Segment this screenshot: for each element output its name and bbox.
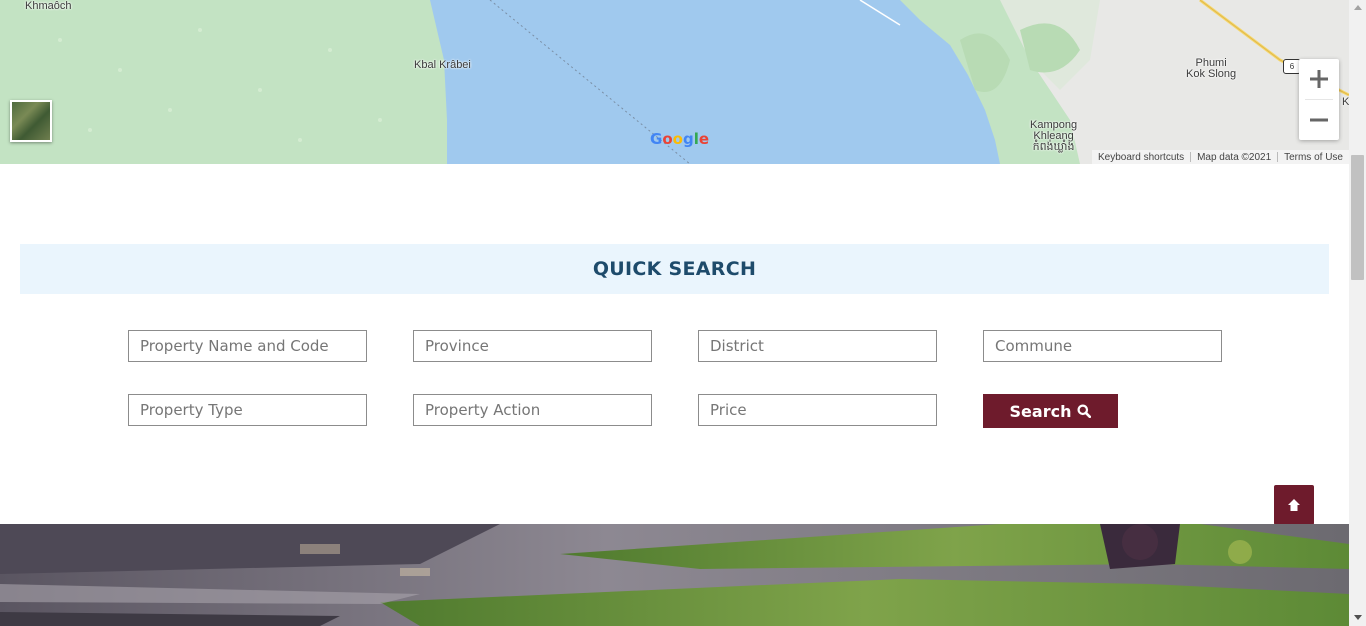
- map-attribution-bar: Keyboard shortcuts Map data ©2021 Terms …: [1092, 150, 1349, 164]
- google-logo-letter: o: [672, 130, 683, 148]
- search-button-label: Search: [1009, 401, 1072, 421]
- arrow-up-icon: [1288, 499, 1300, 511]
- google-logo-letter: G: [650, 130, 663, 148]
- property-name-input[interactable]: [128, 330, 367, 362]
- house-exterior-photo: [0, 524, 1349, 626]
- terms-of-use-link[interactable]: Terms of Use: [1278, 152, 1349, 163]
- scroll-up-arrow[interactable]: [1349, 0, 1366, 14]
- place-label-kampong-khleang: Kampong Khleang កំពង់ឃ្លាំង: [1030, 119, 1078, 153]
- scrollbar-thumb[interactable]: [1351, 155, 1364, 280]
- place-label-edge: K: [1342, 96, 1349, 108]
- google-logo-letter: o: [662, 130, 673, 148]
- map-data-text: Map data ©2021: [1197, 151, 1272, 163]
- back-to-top-button[interactable]: [1274, 485, 1314, 525]
- scroll-down-arrow[interactable]: [1349, 610, 1366, 624]
- property-action-input[interactable]: [413, 394, 652, 426]
- province-input[interactable]: [413, 330, 652, 362]
- place-label-khmaoch: Khmaôch: [25, 0, 72, 12]
- price-input[interactable]: [698, 394, 937, 426]
- quick-search-title: QUICK SEARCH: [592, 258, 757, 280]
- triangle-down-icon: [1353, 614, 1362, 620]
- google-logo-letter: e: [698, 130, 710, 148]
- page-scrollbar[interactable]: [1349, 0, 1366, 626]
- place-label-kbal-krabei: Kbal Krâbei: [414, 59, 471, 71]
- search-button[interactable]: Search: [983, 394, 1118, 428]
- triangle-up-icon: [1353, 4, 1362, 10]
- quick-search-header: QUICK SEARCH: [20, 244, 1329, 294]
- minus-icon: [1310, 118, 1328, 122]
- commune-input[interactable]: [983, 330, 1222, 362]
- search-icon: [1077, 404, 1092, 418]
- zoom-control: [1299, 59, 1339, 140]
- district-input[interactable]: [698, 330, 937, 362]
- place-label-phumi-kok-slong: Phumi Kok Slong: [1186, 57, 1237, 80]
- satellite-view-toggle[interactable]: [10, 100, 52, 142]
- plus-icon: [1310, 70, 1328, 88]
- hero-photo-banner: [0, 524, 1349, 626]
- map[interactable]: Khmaôch Kbal Krâbei Phumi Kok Slong Kamp…: [0, 0, 1349, 164]
- google-logo: Google: [650, 130, 709, 148]
- zoom-out-button[interactable]: [1299, 100, 1339, 140]
- property-type-input[interactable]: [128, 394, 367, 426]
- zoom-in-button[interactable]: [1299, 59, 1339, 99]
- google-logo-letter: g: [682, 130, 694, 148]
- keyboard-shortcuts-link[interactable]: Keyboard shortcuts: [1092, 152, 1190, 163]
